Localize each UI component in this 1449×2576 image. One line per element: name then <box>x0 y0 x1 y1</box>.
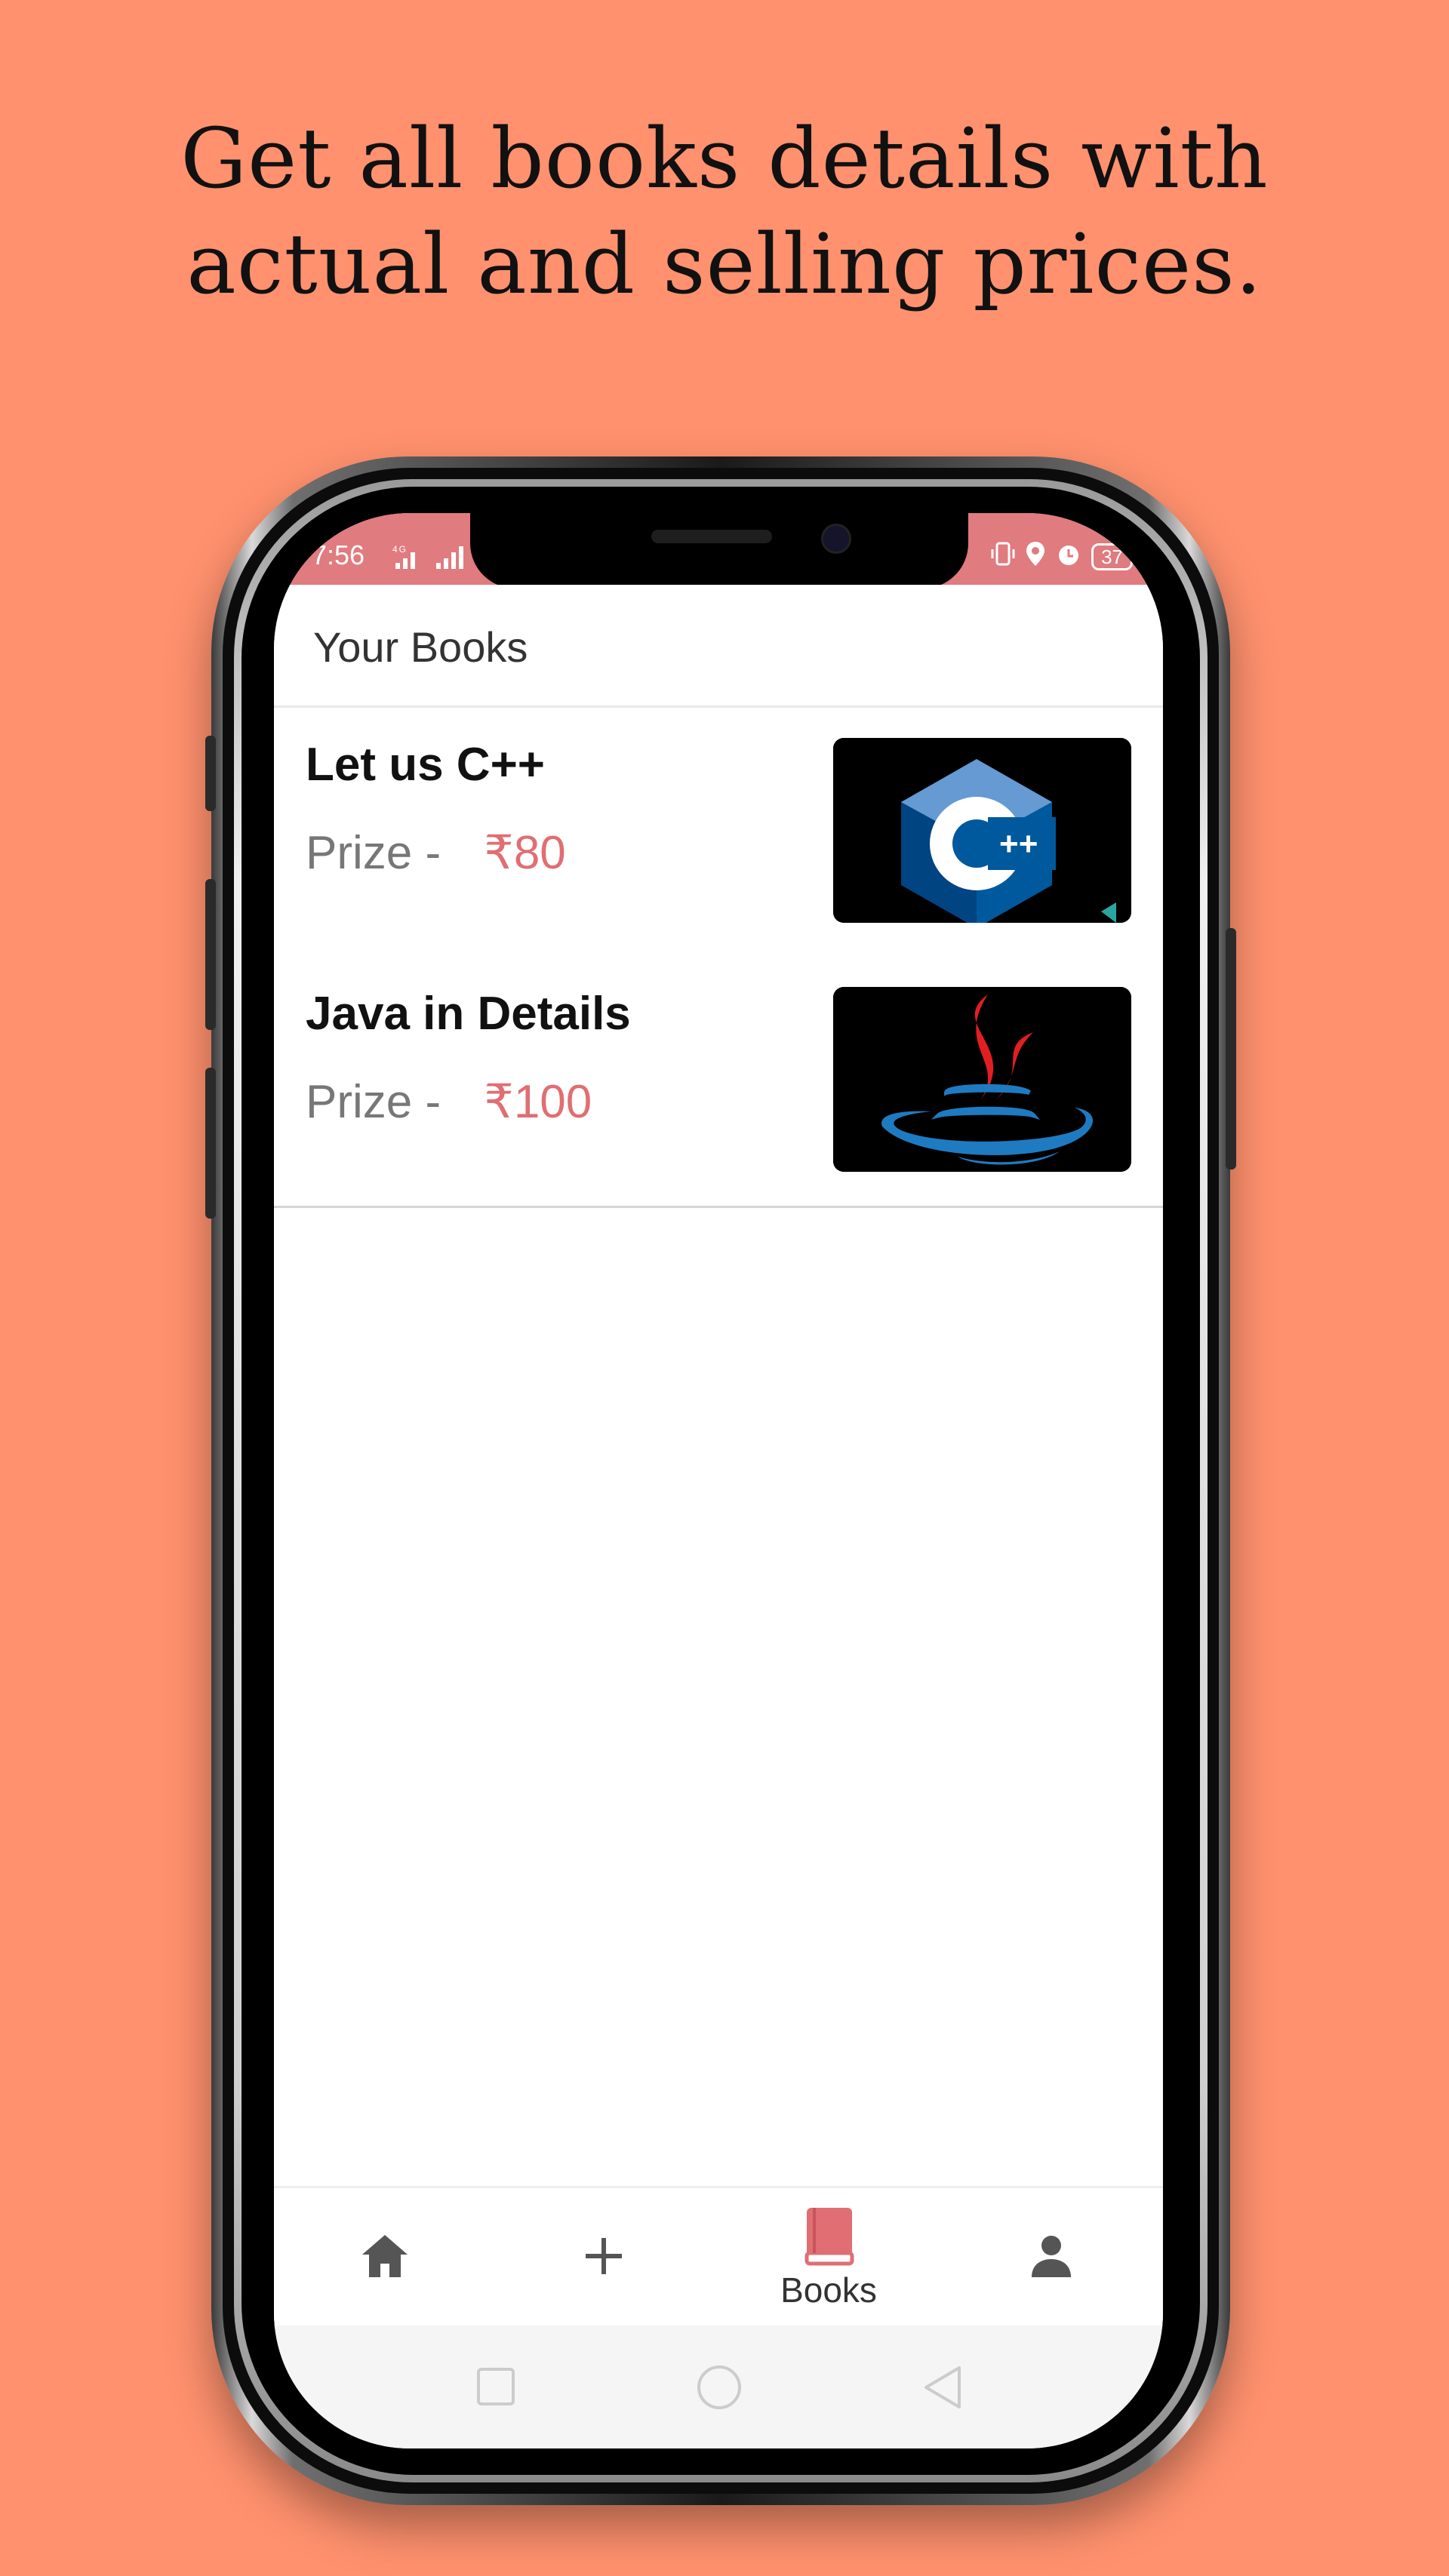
book-price-row: Prize - ₹80 <box>306 825 566 880</box>
book-price-row: Prize - ₹100 <box>306 1074 592 1129</box>
book-title: Let us C++ <box>306 739 545 791</box>
java-logo-icon <box>833 987 1131 1172</box>
location-icon <box>1025 540 1046 573</box>
status-icons: 37 <box>990 540 1133 573</box>
nav-books[interactable]: Books <box>718 2188 940 2328</box>
svg-text:++: ++ <box>999 825 1038 862</box>
page-title: Your Books <box>313 623 528 671</box>
book-cover-image <box>833 987 1131 1172</box>
alarm-icon <box>1055 540 1082 573</box>
back-icon[interactable] <box>921 2365 964 2414</box>
system-navigation-bar <box>274 2325 1163 2448</box>
book-cover-image: ++ <box>833 738 1131 923</box>
battery-icon: 37 <box>1091 543 1133 570</box>
book-title: Java in Details <box>306 988 631 1040</box>
front-camera <box>821 524 851 554</box>
headline: Get all books details with actual and se… <box>0 106 1449 317</box>
home-icon <box>359 2232 411 2284</box>
speaker-grille <box>651 530 772 543</box>
volume-up-button <box>205 736 216 811</box>
book-icon <box>802 2206 857 2270</box>
headline-line-1: Get all books details with <box>180 110 1269 207</box>
nav-profile[interactable] <box>941 2188 1163 2328</box>
app-bar: Your Books <box>274 585 1163 708</box>
status-time: 7:56 <box>312 539 365 570</box>
prize-label: Prize - <box>306 1076 441 1128</box>
book-price: ₹100 <box>484 1076 592 1128</box>
nav-add[interactable] <box>496 2188 718 2328</box>
nav-home[interactable] <box>274 2188 496 2328</box>
volume-down-button <box>205 879 216 1030</box>
signal-icon: 4G <box>391 543 474 576</box>
recent-apps-icon[interactable] <box>476 2367 515 2410</box>
home-circle-icon[interactable] <box>697 2365 742 2414</box>
mute-button <box>205 1068 216 1219</box>
headline-line-2: actual and selling prices. <box>186 216 1263 312</box>
plus-icon <box>583 2235 625 2281</box>
bottom-navigation: Books <box>274 2186 1163 2328</box>
book-list-item[interactable]: Let us C++ Prize - ₹80 ++ <box>274 708 1163 959</box>
power-button <box>1226 928 1236 1170</box>
prize-label: Prize - <box>306 827 441 879</box>
cpp-logo-icon: ++ <box>833 738 1131 923</box>
person-icon <box>1029 2233 1074 2282</box>
phone-screen: 7:56 4G 37 Your Books Let us C++ Prize -… <box>274 513 1163 2448</box>
notch <box>470 513 968 589</box>
vibrate-icon <box>990 540 1016 573</box>
nav-books-label: Books <box>780 2270 877 2310</box>
book-price: ₹80 <box>484 827 566 879</box>
book-list-item[interactable]: Java in Details Prize - ₹100 <box>274 957 1163 1208</box>
network-type: 4G <box>392 544 408 555</box>
